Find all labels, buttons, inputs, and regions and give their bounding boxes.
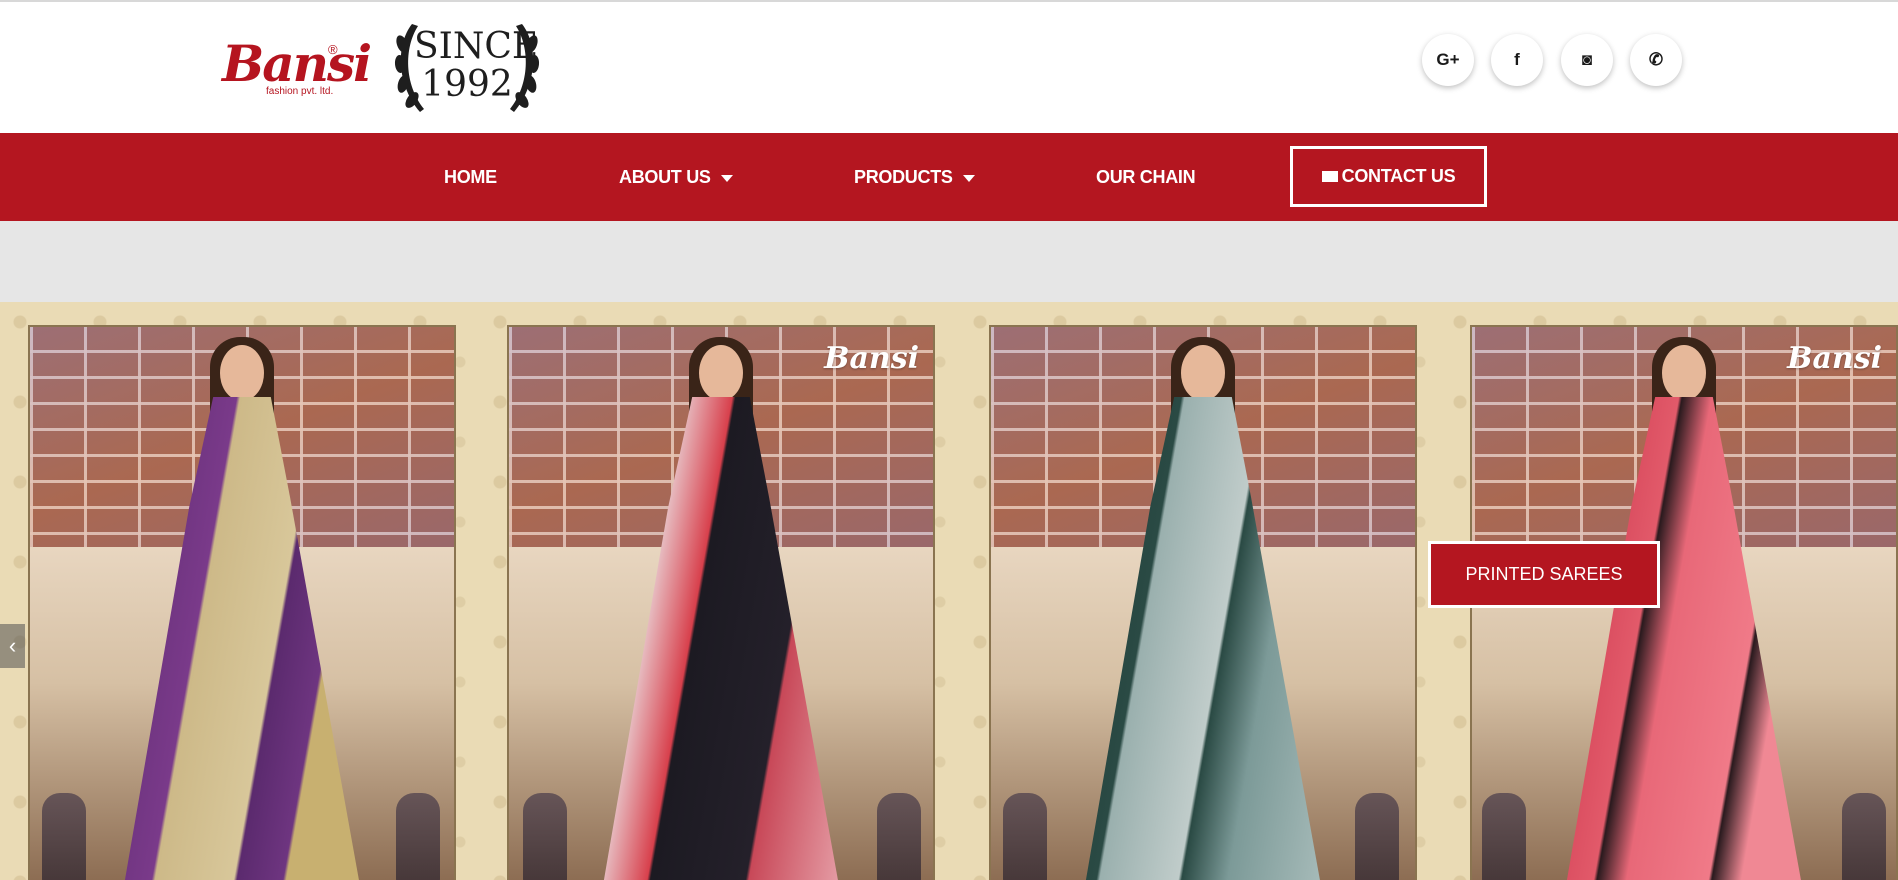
- since-year: 1992: [421, 64, 513, 105]
- printed-sarees-button[interactable]: PRINTED SAREES: [1428, 541, 1660, 608]
- bansi-watermark: Bansi: [824, 341, 919, 376]
- google-plus-button[interactable]: G+: [1422, 34, 1474, 86]
- bansi-watermark: Bansi: [1787, 341, 1882, 376]
- instagram-icon: ◙: [1581, 50, 1593, 69]
- lantern-decor: [42, 793, 86, 880]
- gray-banner-strip: [0, 221, 1898, 302]
- nav-home[interactable]: HOME: [444, 133, 497, 221]
- instagram-button[interactable]: ◙: [1561, 34, 1613, 86]
- saree-slide-purple[interactable]: [28, 325, 456, 880]
- chevron-left-icon: ‹: [8, 633, 17, 658]
- lantern-decor: [1003, 793, 1047, 880]
- site-header: Bansi ® fashion pvt. ltd. SINCE 1992 G+: [0, 2, 1898, 133]
- envelope-icon: [1321, 171, 1338, 182]
- face: [699, 345, 743, 401]
- saree-slide-teal[interactable]: [989, 325, 1417, 880]
- lantern-decor: [877, 793, 921, 880]
- logo-wordmark: Bansi: [222, 34, 372, 93]
- nav-our-chain[interactable]: OUR CHAIN: [1096, 133, 1196, 221]
- since-label: SINCE: [414, 26, 539, 67]
- nav-products[interactable]: PRODUCTS: [854, 133, 975, 221]
- slider-prev-button[interactable]: ‹: [0, 624, 25, 668]
- facebook-icon: f: [1514, 50, 1520, 69]
- since-1992-badge: SINCE 1992: [392, 14, 542, 122]
- lantern-decor: [523, 793, 567, 880]
- logo-subtitle: fashion pvt. ltd.: [266, 86, 334, 97]
- face: [1181, 345, 1225, 401]
- google-plus-icon: G+: [1436, 50, 1460, 69]
- registered-mark: ®: [328, 42, 338, 57]
- face: [220, 345, 264, 401]
- since-text: SINCE 1992: [414, 26, 539, 105]
- caret-down-icon: [962, 174, 975, 182]
- nav-contact-us-button[interactable]: CONTACT US: [1290, 146, 1487, 207]
- contact-label: CONTACT US: [1341, 166, 1456, 186]
- nav-products-label: PRODUCTS: [854, 167, 953, 187]
- face: [1662, 345, 1706, 401]
- caret-down-icon: [720, 174, 733, 182]
- main-nav: HOME ABOUT US PRODUCTS OUR CHAIN CONTACT…: [0, 133, 1898, 221]
- saree-slide-black-red[interactable]: Bansi: [507, 325, 935, 880]
- nav-about-label: ABOUT US: [619, 167, 711, 187]
- lantern-decor: [1482, 793, 1526, 880]
- lantern-decor: [396, 793, 440, 880]
- nav-about-us[interactable]: ABOUT US: [619, 133, 733, 221]
- facebook-button[interactable]: f: [1491, 34, 1543, 86]
- lantern-decor: [1842, 793, 1886, 880]
- whatsapp-button[interactable]: ✆: [1630, 34, 1682, 86]
- lantern-decor: [1355, 793, 1399, 880]
- bansi-logo[interactable]: Bansi ® fashion pvt. ltd.: [222, 36, 380, 106]
- whatsapp-icon: ✆: [1648, 50, 1664, 69]
